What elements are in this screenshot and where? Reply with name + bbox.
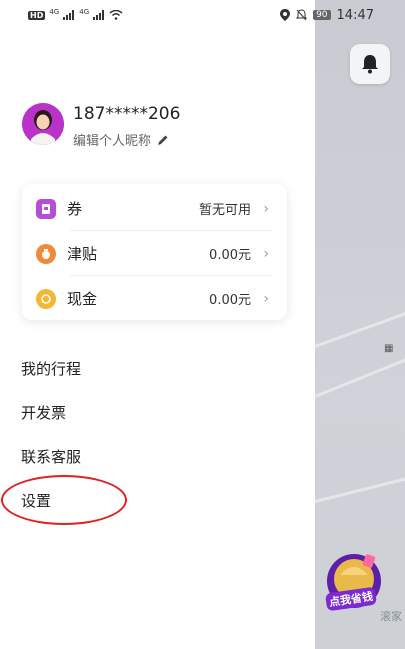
avatar[interactable] bbox=[22, 103, 64, 145]
wallet-row-cash[interactable]: 现金 0.00元 › bbox=[22, 276, 287, 321]
bell-icon bbox=[362, 55, 378, 74]
status-bar: HD 4G 4G 90 14:47 bbox=[0, 0, 405, 30]
map-poi-icon: ▦ bbox=[384, 343, 394, 354]
side-drawer bbox=[0, 0, 315, 649]
allowance-icon bbox=[36, 243, 56, 264]
chevron-right-icon: › bbox=[263, 200, 269, 217]
wallet-label: 现金 bbox=[67, 290, 98, 308]
wallet-value: 0.00元 bbox=[209, 248, 251, 263]
wallet-card: 券 暂无可用 › 津贴 0.00元 › 现金 0.00元 › bbox=[22, 184, 287, 320]
avatar-icon bbox=[22, 103, 64, 145]
status-time: 14:47 bbox=[336, 7, 374, 23]
signal-icon bbox=[63, 10, 75, 20]
menu-item-invoice[interactable]: 开发票 bbox=[21, 402, 66, 423]
hd-badge: HD bbox=[28, 10, 46, 20]
mute-icon bbox=[296, 9, 308, 21]
nickname-label: 编辑个人昵称 bbox=[73, 134, 152, 149]
menu-item-customer-service[interactable]: 联系客服 bbox=[21, 446, 81, 467]
menu-item-my-trips[interactable]: 我的行程 bbox=[21, 358, 81, 379]
pencil-icon bbox=[158, 135, 168, 145]
map-road bbox=[315, 304, 405, 348]
cash-icon bbox=[36, 288, 56, 309]
user-phone: 187*****206 bbox=[73, 104, 181, 124]
map-road bbox=[315, 350, 405, 398]
notification-button[interactable] bbox=[350, 44, 390, 84]
signal-2-label: 4G bbox=[79, 8, 90, 16]
map-road bbox=[315, 471, 405, 503]
signal-icon bbox=[93, 10, 105, 20]
battery-indicator: 90 bbox=[313, 10, 331, 20]
signal-1-label: 4G bbox=[49, 8, 60, 16]
wallet-row-coupon[interactable]: 券 暂无可用 › bbox=[22, 186, 287, 231]
wallet-label: 券 bbox=[67, 200, 83, 218]
map-place-text: 滚家 bbox=[380, 610, 402, 623]
chevron-right-icon: › bbox=[263, 290, 269, 307]
wallet-value: 暂无可用 bbox=[198, 203, 251, 218]
edit-nickname-link[interactable]: 编辑个人昵称 bbox=[73, 130, 169, 149]
wifi-icon bbox=[109, 10, 123, 20]
chevron-right-icon: › bbox=[263, 245, 269, 262]
location-icon bbox=[280, 9, 291, 21]
coupon-icon bbox=[36, 198, 56, 219]
wallet-value: 0.00元 bbox=[209, 293, 251, 308]
wallet-label: 津贴 bbox=[67, 245, 98, 263]
wallet-row-allowance[interactable]: 津贴 0.00元 › bbox=[22, 231, 287, 276]
highlight-annotation bbox=[1, 475, 127, 525]
